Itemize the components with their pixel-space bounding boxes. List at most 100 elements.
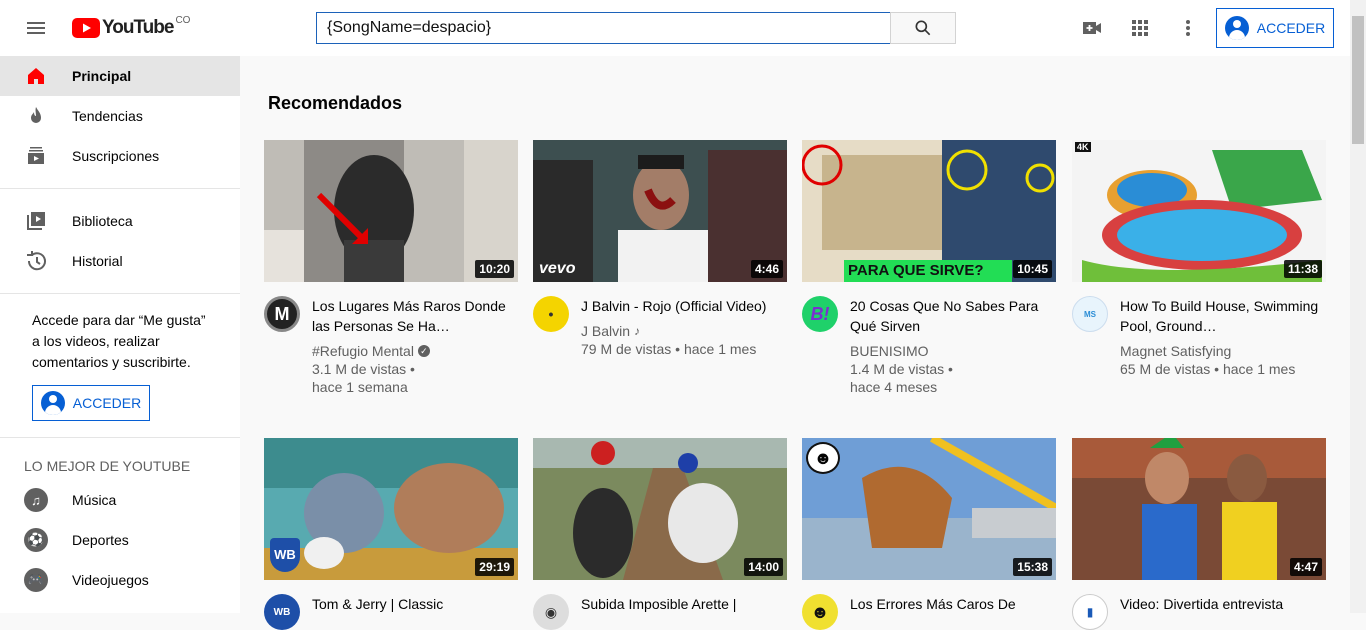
best-of-youtube-header: LO MEJOR DE YOUTUBE (24, 458, 191, 474)
sidebar-item-tendencias[interactable]: Tendencias (0, 96, 240, 136)
sidebar-sign-in-button[interactable]: ACCEDER (32, 385, 150, 421)
thumbnail-caption: PARA QUE SIRVE? (848, 262, 984, 279)
channel-avatar[interactable]: ▮ (1072, 594, 1108, 630)
sidebar-item-biblioteca[interactable]: Biblioteca (0, 201, 240, 241)
channel-watermark-icon: ☻ (806, 442, 840, 474)
video-title[interactable]: Tom & Jerry | Classic (312, 594, 512, 614)
sidebar-item-label: Historial (72, 253, 123, 269)
video-thumbnail[interactable]: WB 29:19 (264, 438, 518, 580)
video-card[interactable]: vevo 4:46 • J Balvin - Rojo (Official Vi… (533, 140, 787, 358)
logo-text: YouTube (102, 17, 174, 38)
search-button[interactable] (890, 12, 956, 44)
video-card[interactable]: 4:47 ▮ Video: Divertida entrevista (1072, 438, 1326, 630)
video-thumbnail[interactable]: 4:47 (1072, 438, 1326, 580)
channel-avatar[interactable]: M (264, 296, 300, 332)
video-title[interactable]: 20 Cosas Que No Sabes Para Qué Sirven (850, 296, 1050, 336)
sidebar-item-deportes[interactable]: ⚽ Deportes (0, 520, 240, 560)
video-card[interactable]: PARA QUE SIRVE? 10:45 B! 20 Cosas Que No… (802, 140, 1056, 396)
video-thumbnail[interactable]: ☻ 15:38 (802, 438, 1056, 580)
video-views: 1.4 M de vistas • (850, 361, 953, 377)
video-thumbnail[interactable]: vevo 4:46 (533, 140, 787, 282)
video-camera-icon (1083, 22, 1101, 34)
sidebar-divider (0, 437, 240, 438)
video-duration: 4:46 (750, 260, 783, 278)
channel-avatar[interactable]: ◉ (533, 594, 569, 630)
logo-region: CO (175, 14, 191, 26)
masthead: YouTube CO {SongName=despacio} ACCEDER (0, 0, 1350, 56)
menu-button[interactable] (16, 8, 56, 48)
channel-name-text: BUENISIMO (850, 343, 929, 359)
video-card[interactable]: 10:20 M Los Lugares Más Raros Donde las … (264, 140, 518, 396)
apps-grid-icon (1132, 20, 1148, 36)
video-thumbnail[interactable]: 4K 11:38 (1072, 140, 1326, 282)
video-views: 79 M de vistas • hace 1 mes (581, 341, 757, 357)
channel-name-text: Magnet Satisfying (1120, 343, 1232, 359)
library-icon (24, 209, 48, 233)
account-icon (1224, 16, 1249, 40)
sidebar-item-principal[interactable]: Principal (0, 56, 240, 96)
channel-avatar[interactable]: ☻ (802, 594, 838, 630)
video-views: 3.1 M de vistas • (312, 361, 415, 377)
channel-name[interactable]: J Balvin ♪ (581, 322, 781, 340)
sidebar-item-musica[interactable]: ♫ Música (0, 480, 240, 520)
flame-icon (24, 104, 48, 128)
channel-avatar[interactable]: • (533, 296, 569, 332)
youtube-logo[interactable]: YouTube CO (72, 14, 191, 39)
video-title[interactable]: Video: Divertida entrevista (1120, 594, 1320, 614)
channel-name[interactable]: BUENISIMO (850, 342, 1050, 360)
sign-in-label: ACCEDER (1256, 20, 1326, 36)
sidebar-divider (0, 293, 240, 294)
video-thumbnail[interactable]: 14:00 (533, 438, 787, 580)
music-note-icon: ♪ (634, 324, 641, 338)
sidebar-divider (0, 188, 240, 189)
thumbnail-image (1072, 438, 1326, 580)
video-title[interactable]: Los Lugares Más Raros Donde las Personas… (312, 296, 512, 336)
video-card[interactable]: WB 29:19 WB Tom & Jerry | Classic (264, 438, 518, 630)
sidebar-item-videojuegos[interactable]: 🎮 Videojuegos (0, 560, 240, 600)
channel-name[interactable]: Magnet Satisfying (1120, 342, 1320, 360)
sidebar-item-historial[interactable]: Historial (0, 241, 240, 281)
page-scrollbar[interactable] (1350, 0, 1366, 613)
create-video-button[interactable] (1072, 8, 1112, 48)
video-card[interactable]: 14:00 ◉ Subida Imposible Arette | (533, 438, 787, 630)
video-duration: 11:38 (1283, 260, 1322, 278)
video-card[interactable]: 4K 11:38 MS How To Build House, Swimming… (1072, 140, 1326, 378)
sign-in-label: ACCEDER (72, 395, 142, 411)
sidebar-item-label: Deportes (72, 532, 129, 548)
sign-in-button[interactable]: ACCEDER (1216, 8, 1334, 48)
channel-avatar[interactable]: WB (264, 594, 300, 630)
sidebar-item-label: Principal (72, 68, 132, 84)
youtube-play-icon (72, 18, 100, 38)
channel-avatar[interactable]: MS (1072, 296, 1108, 332)
video-title[interactable]: Subida Imposible Arette | (581, 594, 781, 614)
sidebar-item-suscripciones[interactable]: Suscripciones (0, 136, 240, 176)
sidebar-item-label: Videojuegos (72, 572, 149, 588)
video-duration: 10:20 (475, 260, 514, 278)
video-duration: 4:47 (1289, 558, 1322, 576)
search-icon (915, 20, 931, 36)
video-title[interactable]: How To Build House, Swimming Pool, Groun… (1120, 296, 1320, 336)
channel-name-text: J Balvin (581, 323, 631, 339)
sidebar: Principal Tendencias Suscripciones Bibli… (0, 56, 240, 613)
channel-name[interactable]: #Refugio Mental ✓ (312, 342, 512, 360)
video-duration: 29:19 (475, 558, 514, 576)
channel-avatar[interactable]: B! (802, 296, 838, 332)
video-duration: 14:00 (744, 558, 783, 576)
sidebar-item-label: Tendencias (72, 108, 143, 124)
video-card[interactable]: ☻ 15:38 ☻ Los Errores Más Caros De (802, 438, 1056, 630)
music-icon: ♫ (24, 488, 48, 512)
vevo-watermark: vevo (539, 260, 576, 277)
settings-menu-button[interactable] (1168, 8, 1208, 48)
more-vert-icon (1186, 20, 1190, 36)
video-thumbnail[interactable]: PARA QUE SIRVE? 10:45 (802, 140, 1056, 282)
video-title[interactable]: Los Errores Más Caros De (850, 594, 1050, 614)
search-input[interactable]: {SongName=despacio} (316, 12, 891, 44)
verified-icon: ✓ (417, 345, 430, 357)
apps-button[interactable] (1120, 8, 1160, 48)
video-views: 65 M de vistas • hace 1 mes (1120, 361, 1296, 377)
sidebar-item-label: Música (72, 492, 117, 508)
video-title[interactable]: J Balvin - Rojo (Official Video) (581, 296, 781, 316)
video-thumbnail[interactable]: 10:20 (264, 140, 518, 282)
account-icon (40, 391, 65, 415)
scrollbar-thumb[interactable] (1352, 16, 1364, 144)
